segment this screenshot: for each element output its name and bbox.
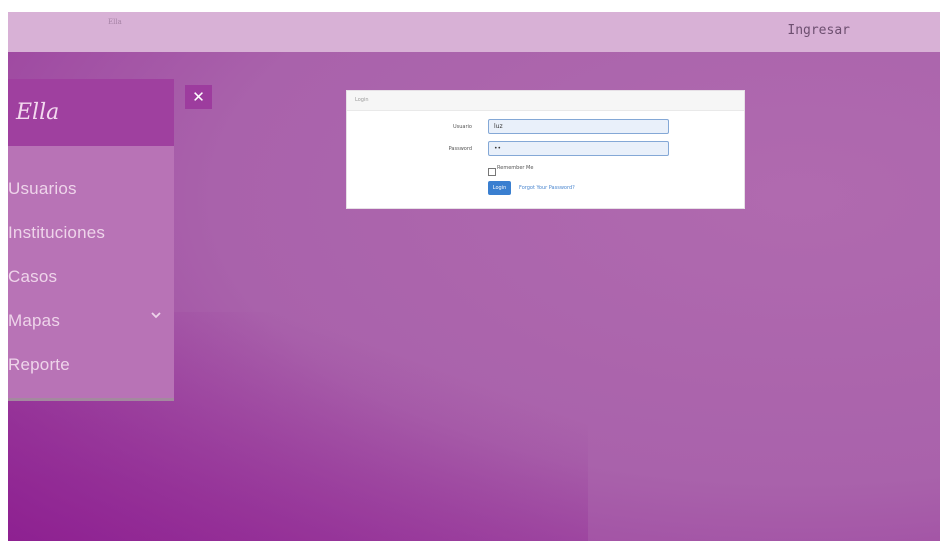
navbar-brand[interactable]: Ella	[108, 18, 122, 26]
login-button[interactable]: Login	[488, 181, 511, 195]
remember-me-checkbox[interactable]	[488, 168, 496, 176]
sidebar-item-label: Instituciones	[8, 223, 106, 242]
ingresar-link[interactable]: Ingresar	[787, 23, 850, 38]
forgot-password-link[interactable]: Forgot Your Password?	[519, 185, 575, 191]
username-label: Usuario	[452, 124, 472, 130]
sidebar-item-label: Casos	[8, 267, 58, 286]
login-panel: Login Usuario luz Password •• Remember M…	[346, 90, 745, 209]
sidebar-item-casos[interactable]: Casos	[8, 255, 174, 299]
remember-me-label: Remember Me	[497, 165, 534, 171]
username-input[interactable]: luz	[488, 119, 669, 134]
sidebar: Ella Usuarios Instituciones Casos Mapas …	[8, 79, 174, 401]
sidebar-item-label: Usuarios	[8, 179, 77, 198]
password-label: Password	[448, 146, 472, 152]
app-logo[interactable]: Ella	[16, 100, 59, 125]
username-row: Usuario luz	[347, 119, 746, 137]
sidebar-item-instituciones[interactable]: Instituciones	[8, 211, 174, 255]
sidebar-logo-block: Ella	[8, 79, 174, 146]
top-navbar: Ella Ingresar	[8, 12, 940, 52]
close-icon: ✕	[192, 88, 205, 106]
sidebar-menu: Usuarios Instituciones Casos Mapas Repor…	[8, 167, 174, 387]
sidebar-item-mapas[interactable]: Mapas	[8, 299, 174, 343]
page-background: Ella Ingresar Ella Usuarios Institucione…	[8, 12, 940, 541]
sidebar-divider	[8, 398, 174, 401]
sidebar-item-label: Mapas	[8, 311, 61, 330]
sidebar-item-usuarios[interactable]: Usuarios	[8, 167, 174, 211]
password-row: Password ••	[347, 141, 746, 159]
login-panel-heading: Login	[347, 91, 744, 111]
chevron-down-icon[interactable]	[150, 309, 162, 321]
password-input[interactable]: ••	[488, 141, 669, 156]
sidebar-item-label: Reporte	[8, 355, 70, 374]
close-sidebar-button[interactable]: ✕	[185, 85, 212, 109]
login-actions: Login Forgot Your Password?	[488, 181, 575, 195]
remember-me: Remember Me	[488, 165, 533, 176]
sidebar-item-reporte[interactable]: Reporte	[8, 343, 174, 387]
